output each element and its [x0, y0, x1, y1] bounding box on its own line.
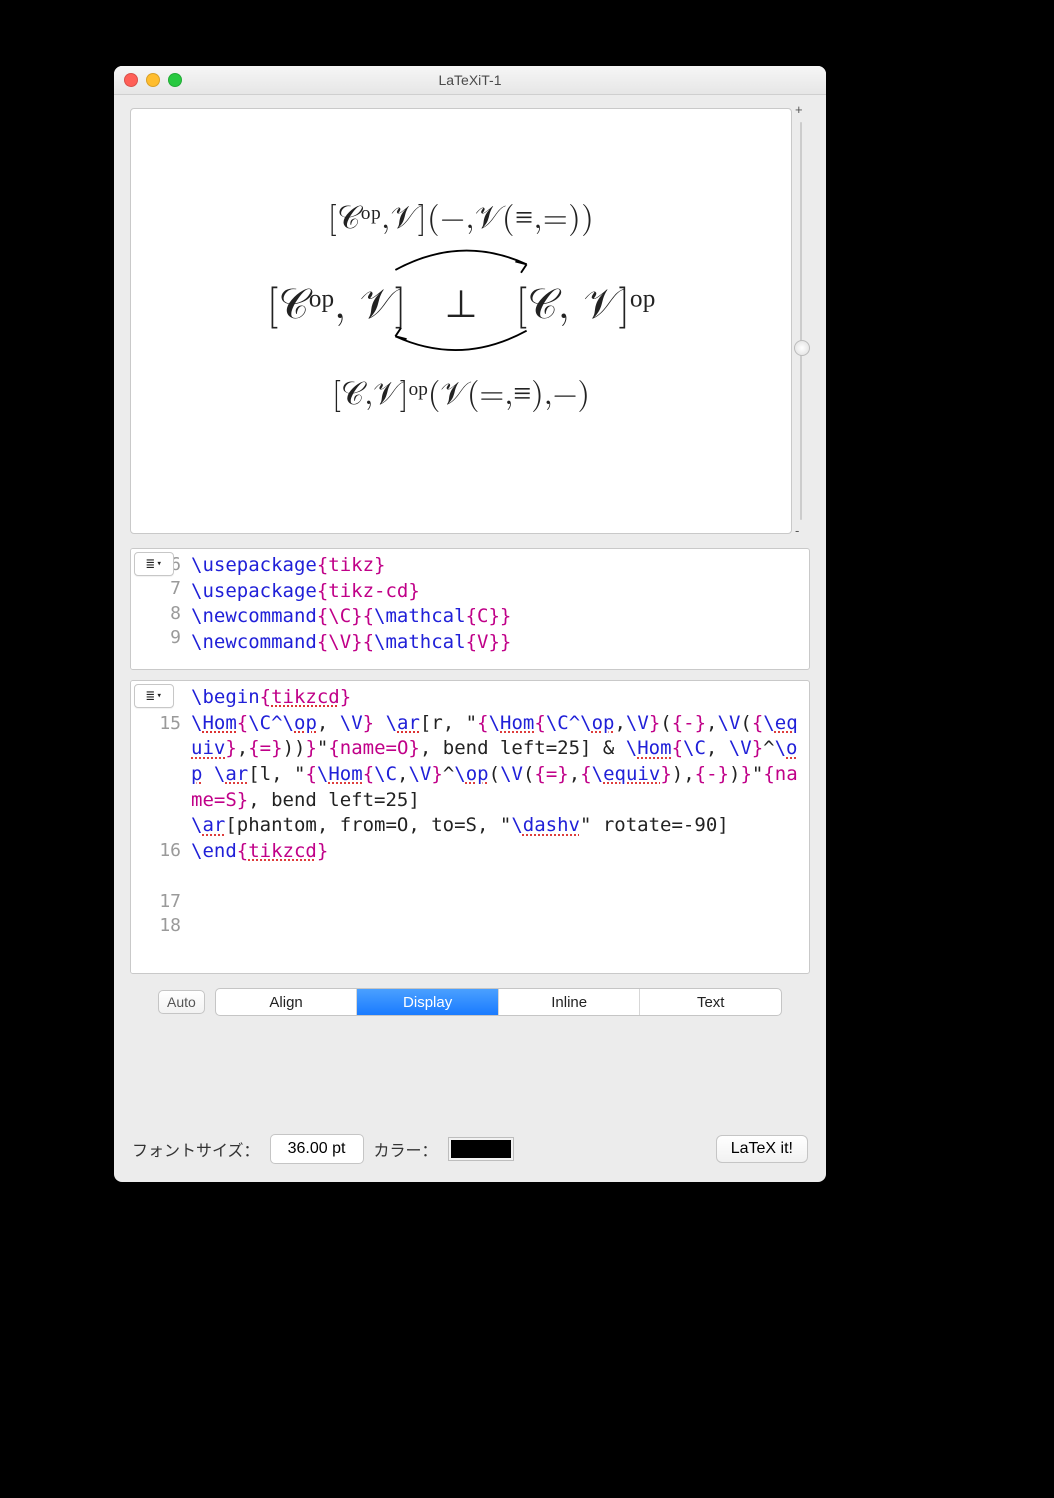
line-number: 7 [131, 577, 181, 601]
body-code[interactable]: \begin{tikzcd} \Hom{\C^\op, \V} \ar[r, "… [131, 681, 809, 868]
formula-top-label: [𝒞ᵒᵖ,𝒱](−,𝒱(≡,=)) [181, 193, 741, 238]
window-title: LaTeXiT-1 [114, 72, 826, 88]
mode-segmented: Align Display Inline Text [215, 988, 782, 1016]
preamble-code[interactable]: \usepackage{tikz} \usepackage{tikz-cd} \… [131, 549, 809, 660]
line-number: 8 [131, 602, 181, 626]
body-menu-button[interactable]: ≣ ▾ [134, 684, 174, 708]
arrow-left-icon [386, 327, 536, 361]
zoom-slider[interactable]: + - [792, 108, 810, 534]
seg-inline[interactable]: Inline [498, 989, 640, 1015]
formula-mid-right: [𝒞, 𝒱]ᵒᵖ [516, 272, 656, 331]
latexit-button[interactable]: LaTeX it! [716, 1135, 808, 1163]
zoom-minus-icon: - [795, 523, 799, 538]
arrow-right-icon [386, 240, 536, 274]
preamble-editor[interactable]: ≣ ▾ 6 7 8 9 \usepackage{tikz} \usepackag… [130, 548, 810, 670]
mode-row: Auto Align Display Inline Text [130, 988, 810, 1016]
color-swatch[interactable] [448, 1137, 514, 1161]
chevron-down-icon: ▾ [157, 558, 162, 570]
list-icon: ≣ [146, 555, 154, 574]
line-number: 16 [131, 839, 181, 863]
zoom-track [800, 122, 802, 520]
app-window: LaTeXiT-1 [𝒞ᵒᵖ,𝒱](−,𝒱(≡,=)) [𝒞ᵒᵖ, 𝒱] ⊥ [… [114, 66, 826, 1182]
seg-text[interactable]: Text [639, 989, 781, 1015]
chevron-down-icon: ▾ [157, 690, 162, 702]
content-area: [𝒞ᵒᵖ,𝒱](−,𝒱(≡,=)) [𝒞ᵒᵖ, 𝒱] ⊥ [𝒞, 𝒱]ᵒᵖ [114, 94, 826, 1182]
footer-row: フォントサイズ： カラー： LaTeX it! [130, 1134, 810, 1166]
line-number: 9 [131, 626, 181, 650]
line-number: 15 [131, 712, 181, 736]
rendered-formula: [𝒞ᵒᵖ,𝒱](−,𝒱(≡,=)) [𝒞ᵒᵖ, 𝒱] ⊥ [𝒞, 𝒱]ᵒᵖ [181, 193, 741, 414]
latex-preview: [𝒞ᵒᵖ,𝒱](−,𝒱(≡,=)) [𝒞ᵒᵖ, 𝒱] ⊥ [𝒞, 𝒱]ᵒᵖ [130, 108, 792, 534]
formula-mid-left: [𝒞ᵒᵖ, 𝒱] [267, 272, 407, 331]
fontsize-input[interactable] [270, 1134, 364, 1164]
preview-row: [𝒞ᵒᵖ,𝒱](−,𝒱(≡,=)) [𝒞ᵒᵖ, 𝒱] ⊥ [𝒞, 𝒱]ᵒᵖ [130, 108, 810, 534]
formula-bottom-label: [𝒞,𝒱]ᵒᵖ(𝒱(=,≡),−) [181, 369, 741, 414]
list-icon: ≣ [146, 687, 154, 706]
preamble-menu-button[interactable]: ≣ ▾ [134, 552, 174, 576]
body-editor[interactable]: ≣ ▾ 15 16 17 18 \begin{tikzcd} \Hom{\C^\… [130, 680, 810, 974]
titlebar: LaTeXiT-1 [114, 66, 826, 95]
auto-button[interactable]: Auto [158, 990, 205, 1014]
line-number: 17 [131, 890, 181, 914]
seg-align[interactable]: Align [216, 989, 357, 1015]
formula-mid: [𝒞ᵒᵖ, 𝒱] ⊥ [𝒞, 𝒱]ᵒᵖ [181, 272, 741, 331]
seg-display[interactable]: Display [356, 989, 498, 1015]
zoom-plus-icon: + [795, 102, 803, 117]
zoom-thumb[interactable] [794, 340, 810, 356]
fontsize-label: フォントサイズ： [132, 1137, 260, 1161]
adjunction-symbol: ⊥ [444, 274, 477, 328]
body-gutter: 15 16 17 18 [131, 681, 187, 973]
color-label: カラー： [374, 1137, 438, 1161]
line-number: 18 [131, 914, 181, 938]
